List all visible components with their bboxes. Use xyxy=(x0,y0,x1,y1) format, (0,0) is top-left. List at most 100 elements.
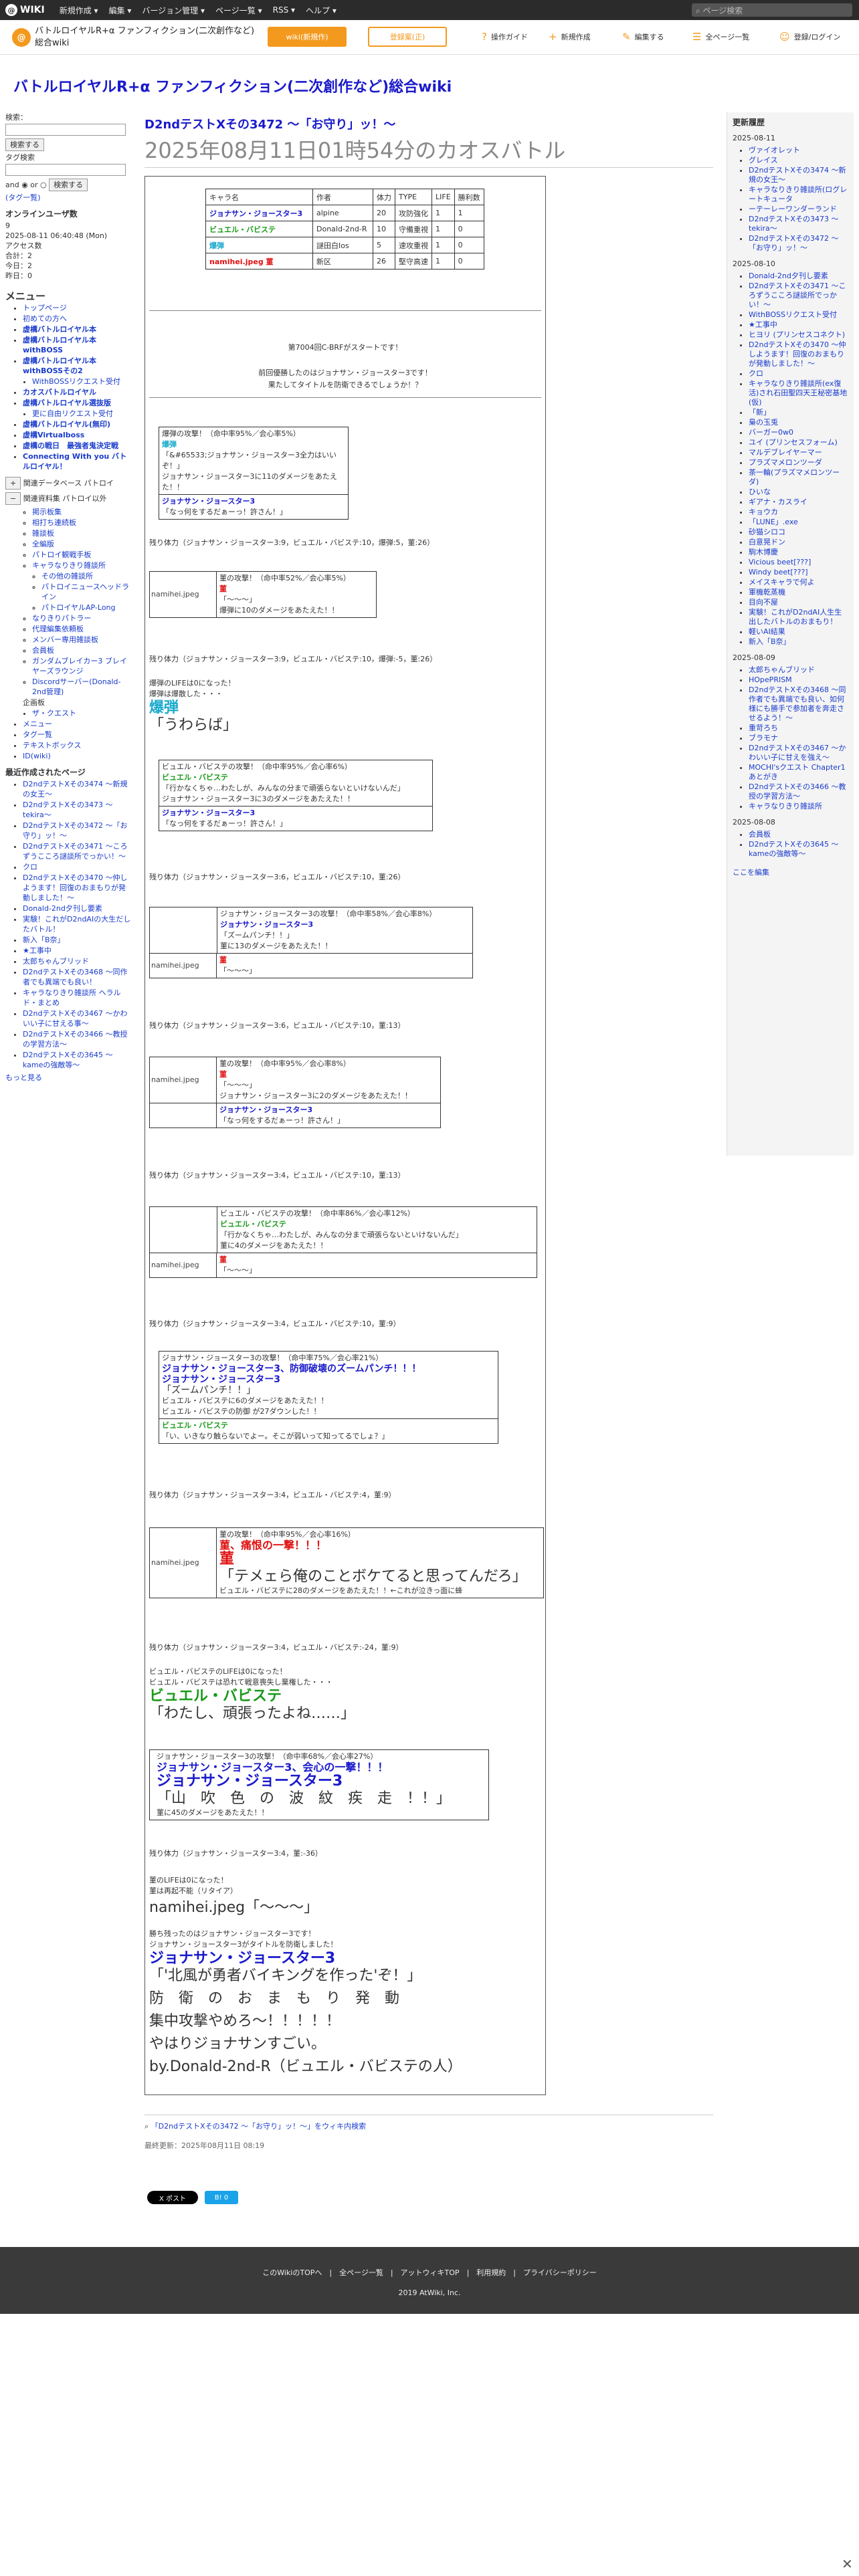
history-item[interactable]: D2ndテストXその3473 〜tekira〜 xyxy=(749,215,838,233)
recent-item[interactable]: D2ndテストXその3467 〜かわいい子に甘える事〜 xyxy=(23,1009,127,1028)
recent-item[interactable]: D2ndテストXその3466 〜教授の学習方法〜 xyxy=(23,1030,127,1049)
history-item[interactable]: 重苛ろち xyxy=(749,724,778,732)
recent-item[interactable]: D2ndテストXその3474 〜新規の女王〜 xyxy=(23,780,127,798)
recent-item[interactable]: D2ndテストXその3471 〜ころずうこころ謎談所でっかい！〜 xyxy=(23,842,127,861)
history-item[interactable]: D2ndテストXその3471 〜ころずうこころ謎談所でっかい！〜 xyxy=(749,282,846,309)
history-item[interactable]: キャラなりきり雑談所 xyxy=(749,802,822,811)
sub-item[interactable]: 代理編集依頼板 xyxy=(32,625,84,633)
recent-item[interactable]: 実験！これがD2ndAIの大生だしたバトル！ xyxy=(23,915,130,934)
wiki-search-link[interactable]: 「D2ndテストXその3472 〜「お守り」ッ！〜」をウィキ内検索 xyxy=(151,2122,366,2131)
history-item[interactable]: 実験！これがD2ndAI人生生出したバトルのおまもり！ xyxy=(749,608,842,626)
history-item[interactable]: D2ndテストXその3467 〜かわいい子に甘えを強え〜 xyxy=(749,744,846,762)
history-item[interactable]: 茶一輪(プラズマメロンツーダ) xyxy=(749,468,840,486)
history-item[interactable]: 新入「B奈」 xyxy=(749,637,791,646)
recent-item[interactable]: 太郎ちゃんブリッド xyxy=(23,957,89,966)
history-item[interactable]: キャラなりきり雑談所(ログレートキュータ xyxy=(749,185,847,203)
atwiki-logo[interactable]: @ WIKI xyxy=(5,4,45,16)
search-input[interactable] xyxy=(5,124,126,136)
history-item[interactable]: HOpePRISM xyxy=(749,675,792,684)
small-item[interactable]: ID(wiki) xyxy=(23,752,51,760)
recent-item[interactable]: D2ndテストXその3473 〜tekira〜 xyxy=(23,800,112,819)
sub-item[interactable]: 全編版 xyxy=(32,540,54,548)
menu-help[interactable]: ヘルプ ▾ xyxy=(306,5,337,16)
history-item[interactable]: キャラなりきり雑談所(ex復活)され石田聖四天王秘密基地(仮) xyxy=(749,379,847,407)
nav-guide[interactable]: ? 操作ガイド xyxy=(482,31,528,43)
small-item[interactable]: タグ一覧 xyxy=(23,730,52,739)
history-item[interactable]: 白意晃ドン xyxy=(749,538,785,546)
more-link[interactable]: もっと見る xyxy=(5,1073,42,1082)
sub-item[interactable]: パトロイニュースヘッドライン xyxy=(41,582,129,601)
history-item[interactable]: Windy beet[???] xyxy=(749,568,808,576)
history-item[interactable]: WithBOSSリクエスト受付 xyxy=(749,310,837,319)
nav-edit[interactable]: ✎ 編集する xyxy=(622,31,664,43)
register-button[interactable]: 登録案(正) xyxy=(368,27,447,47)
sub-item[interactable]: その他の雑談所 xyxy=(41,572,93,580)
recent-item[interactable]: ★工事中 xyxy=(23,946,52,955)
recent-item[interactable]: キャラなりきり雑談所 ヘラルド・まとめ xyxy=(23,988,121,1007)
history-item[interactable]: キョウカ xyxy=(749,508,778,516)
history-item[interactable]: マルデブレイヤーマー xyxy=(749,448,822,457)
recent-item[interactable]: クロ xyxy=(23,863,37,871)
small-item[interactable]: テキストボックス xyxy=(23,741,81,750)
footer-links[interactable]: このWikiのTOPへ | 全ページ一覧 | アットウィキTOP | 利用規約 … xyxy=(0,2267,859,2278)
small-item[interactable]: メニュー xyxy=(23,720,52,728)
tag-search-button[interactable]: 検索する xyxy=(49,179,88,191)
sub-item[interactable]: 相打ち連続板 xyxy=(32,518,76,527)
menu-item[interactable]: 虚構バトルロイヤル(無印) xyxy=(23,420,110,429)
menu-item[interactable]: トップページ xyxy=(23,304,67,312)
hatena-bookmark-button[interactable]: B! 0 xyxy=(205,2191,238,2204)
recent-item[interactable]: D2ndテストXその3472 〜「お守り」ッ！〜 xyxy=(23,821,127,840)
history-item[interactable]: 駒木博慶 xyxy=(749,548,778,556)
history-item[interactable]: ヒヨリ (プリンセスコネクト) xyxy=(749,330,845,339)
sub-item[interactable]: パトロイヤルAP-Long xyxy=(41,603,116,612)
history-item[interactable]: プラズマメロンツーダ xyxy=(749,458,822,467)
sub-item[interactable]: ガンダムブレイカー3 ブレイヤーズラウンジ xyxy=(32,657,127,675)
close-icon[interactable]: ✕ xyxy=(842,2556,853,2572)
menu-new[interactable]: 新規作成 ▾ xyxy=(60,5,98,16)
menu-edit[interactable]: 編集 ▾ xyxy=(109,5,132,16)
history-item[interactable]: 砂猫シロコ xyxy=(749,528,785,536)
history-item[interactable]: ーテーレーワンダーランド xyxy=(749,205,837,213)
history-item[interactable]: D2ndテストXその3645 〜kameの強敵等〜 xyxy=(749,840,838,858)
recent-item[interactable]: 新入「B奈」 xyxy=(23,936,65,944)
wiki-title[interactable]: バトルロイヤルR+α ファンフィクション(二次創作など)総合wiki xyxy=(13,75,452,96)
history-item[interactable]: 目向不屋 xyxy=(749,598,778,607)
sub-item[interactable]: パトロイ観戦手板 xyxy=(32,550,91,559)
toggle-other[interactable]: − 関連資料集 パトロイ以外 xyxy=(5,491,132,506)
sub-item[interactable]: 雑談板 xyxy=(32,529,54,538)
mini-item[interactable]: ザ・クエスト xyxy=(32,709,76,718)
tag-list-link[interactable]: (タグ一覧) xyxy=(5,193,41,202)
menu-pages[interactable]: ページ一覧 ▾ xyxy=(215,5,262,16)
menu-item[interactable]: 初めての方へ xyxy=(23,314,67,323)
history-item[interactable]: 梟の玉兎 xyxy=(749,418,778,427)
history-item[interactable]: ギアナ・カスライ xyxy=(749,498,807,506)
share-x-button[interactable]: X ポスト xyxy=(147,2191,198,2204)
history-item[interactable]: バーガー0w0 xyxy=(749,428,793,437)
history-item[interactable]: ブラモナ xyxy=(749,734,778,742)
tag-input[interactable] xyxy=(5,164,126,176)
menu-rss[interactable]: RSS ▾ xyxy=(273,5,295,15)
and-or-radio[interactable]: and ◉ or ○ xyxy=(5,181,47,189)
history-item[interactable]: 軍機乾蒸機 xyxy=(749,588,785,597)
menu-item[interactable]: 虚構Virtualboss xyxy=(23,431,84,439)
history-item[interactable]: 軽いAI結果 xyxy=(749,627,785,636)
sub-item[interactable]: 掲示板集 xyxy=(32,508,62,516)
history-item[interactable]: D2ndテストXその3472 〜「お守り」ッ！〜 xyxy=(749,234,838,252)
history-item[interactable]: グレイス xyxy=(749,156,778,165)
history-item[interactable]: ★工事中 xyxy=(749,320,777,329)
edit-here-link[interactable]: ここを編集 xyxy=(733,868,769,877)
menu-item[interactable]: 虚構バトルロイヤル選抜版 xyxy=(23,399,111,407)
history-item[interactable]: 会員板 xyxy=(749,830,771,839)
history-item[interactable]: 「LUNE」.exe xyxy=(749,518,798,526)
site-title[interactable]: バトルロイヤルR+α ファンフィクション(二次創作など)総合wiki xyxy=(35,25,256,49)
history-item[interactable]: ユイ (プリンセスフォーム) xyxy=(749,438,838,447)
page-search-input[interactable]: ⌕ ページ検索 xyxy=(692,3,852,17)
menu-item[interactable]: 虚構の戦日 最強者鬼決定戦 xyxy=(23,441,118,450)
history-item[interactable]: Donald-2nd夕刊し要素 xyxy=(749,272,828,280)
sub-item[interactable]: メンバー専用雑談板 xyxy=(32,635,98,644)
menu-item[interactable]: WithBOSSリクエスト受付 xyxy=(32,377,120,386)
history-item[interactable]: D2ndテストXその3466 〜教授の学習方法〜 xyxy=(749,782,846,800)
toggle-db[interactable]: + 関連データベース パトロイ xyxy=(5,475,132,491)
menu-item[interactable]: Connecting With you バトルロイヤル！ xyxy=(23,452,126,471)
recent-item[interactable]: D2ndテストXその3645 〜kameの強敵等〜 xyxy=(23,1051,112,1069)
